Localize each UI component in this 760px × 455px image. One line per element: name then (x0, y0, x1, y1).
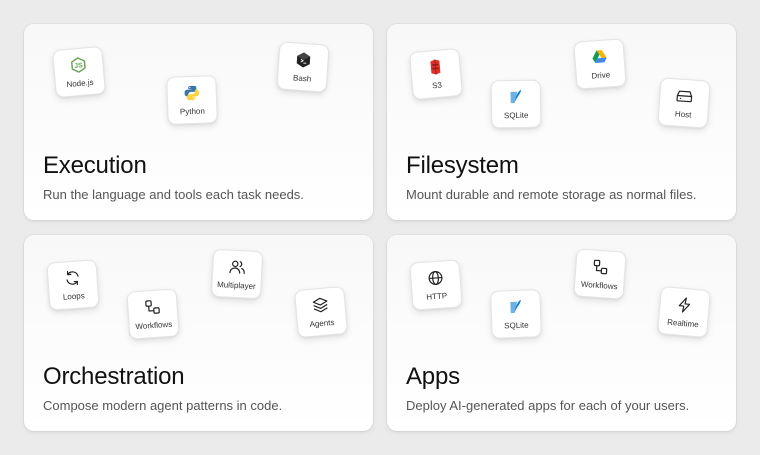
card-apps: HTTP SQLite Workflows Realtime Apps Depl… (387, 235, 736, 431)
host-drive-icon (675, 86, 694, 105)
s3-icon (426, 57, 446, 77)
tile-bash: Bash (276, 41, 330, 93)
tile-sqlite: SQLite (490, 79, 542, 129)
card-description: Mount durable and remote storage as norm… (406, 187, 697, 202)
card-description: Deploy AI-generated apps for each of you… (406, 398, 690, 413)
tile-s3: S3 (409, 47, 463, 101)
tile-label: Node.js (66, 77, 94, 90)
workflow-icon (143, 297, 162, 316)
tile-label: Workflows (135, 319, 173, 332)
users-icon (228, 258, 247, 277)
card-filesystem: S3 SQLite Drive Host Filesystem Mount du… (387, 24, 736, 220)
lightning-icon (675, 295, 695, 315)
loop-arrows-icon (63, 268, 82, 287)
tile-label: Drive (591, 70, 611, 81)
tile-realtime: Realtime (657, 285, 711, 339)
tile-python: Python (166, 75, 218, 125)
tile-workflows: Workflows (126, 288, 180, 340)
svg-text:JS: JS (74, 62, 83, 70)
nodejs-icon: JS (69, 55, 89, 75)
tile-label: Workflows (580, 279, 618, 292)
tile-host: Host (657, 77, 711, 129)
sqlite-icon (507, 88, 525, 106)
tile-label: Python (179, 106, 206, 117)
card-title: Apps (406, 363, 460, 390)
tile-label: Loops (62, 291, 85, 302)
card-description: Compose modern agent patterns in code. (43, 398, 283, 413)
card-description: Run the language and tools each task nee… (43, 187, 304, 202)
tile-http: HTTP (409, 259, 463, 311)
workflow-icon (591, 257, 610, 276)
tile-label: Agents (309, 317, 335, 330)
card-title: Execution (43, 152, 147, 179)
python-icon (182, 84, 201, 103)
tile-label: Realtime (666, 317, 700, 330)
tile-label: S3 (431, 80, 443, 91)
card-title: Filesystem (406, 152, 519, 179)
tile-label: Host (674, 109, 692, 120)
tile-label: HTTP (426, 291, 448, 302)
tile-label: Multiplayer (216, 279, 256, 291)
tile-label: Bash (292, 73, 312, 84)
card-orchestration: Loops Workflows Multiplayer Agents Orche… (24, 235, 373, 431)
tile-label: SQLite (504, 320, 529, 331)
bash-icon (294, 50, 313, 69)
globe-icon (426, 268, 445, 287)
tile-sqlite: SQLite (490, 289, 542, 339)
card-execution: JS Node.js Python Bash Execution Run the… (24, 24, 373, 220)
tile-multiplayer: Multiplayer (210, 248, 264, 300)
sqlite-icon (506, 298, 525, 317)
layers-icon (311, 295, 331, 315)
tile-label: SQLite (503, 110, 529, 121)
tile-workflows: Workflows (573, 248, 627, 300)
tile-nodejs: JS Node.js (52, 45, 106, 99)
google-drive-icon (590, 47, 609, 66)
card-title: Orchestration (43, 363, 185, 390)
tile-loops: Loops (46, 259, 100, 311)
tile-drive: Drive (573, 38, 627, 90)
tile-agents: Agents (294, 285, 348, 339)
